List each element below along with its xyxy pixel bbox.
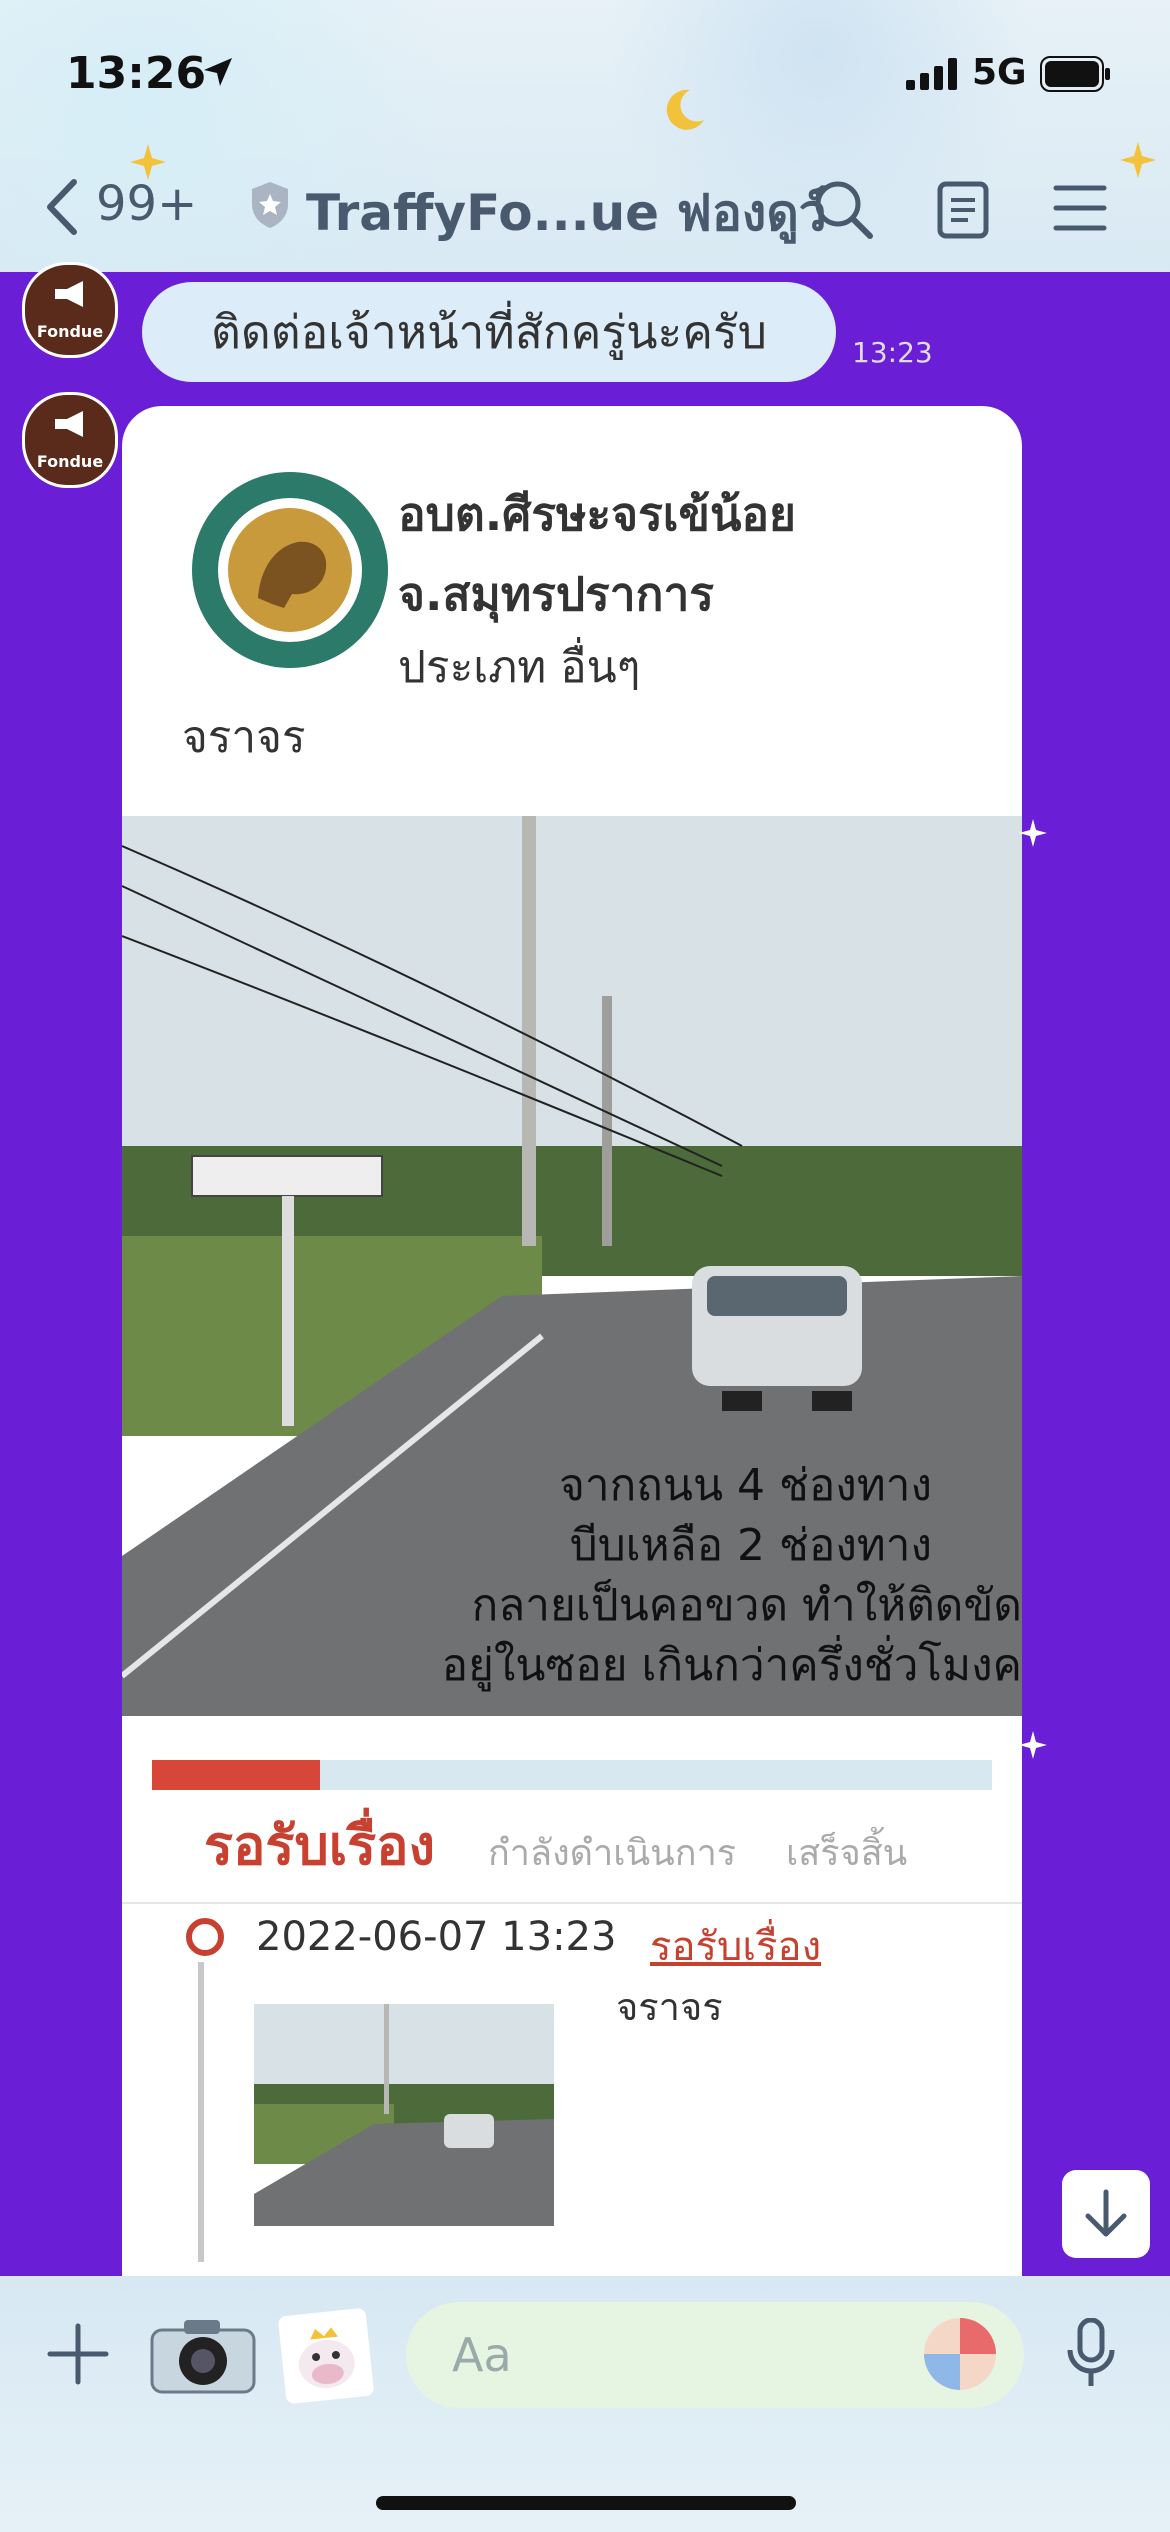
timeline-date: 2022-06-07 13:23	[256, 1914, 617, 1960]
message-bubble[interactable]: ติดต่อเจ้าหน้าที่สักครู่นะครับ	[142, 282, 836, 382]
moon-decoration-icon	[666, 89, 704, 130]
caption-line: กลายเป็นคอขวด ทำให้ติดขัด	[471, 1580, 1022, 1631]
sticker-button[interactable]	[277, 2307, 375, 2405]
status-step-in-progress: กำลังดำเนินการ	[488, 1833, 737, 1874]
bot-avatar[interactable]: Fondue	[22, 392, 118, 488]
status-progress-bar	[152, 1760, 992, 1790]
microphone-icon[interactable]	[1066, 2318, 1116, 2390]
unread-count[interactable]: 99+	[96, 176, 197, 232]
battery-icon	[1040, 56, 1110, 92]
chat-header: 13:26 5G 99+ TraffyFo...ue ฟองดูว์	[0, 0, 1170, 272]
report-card[interactable]: อบต.ศีรษะจรเข้น้อย จ.สมุทรปราการ ประเภท …	[122, 406, 1022, 2276]
avatar-label: Fondue	[36, 452, 104, 471]
message-time: 13:23	[852, 336, 933, 369]
avatar-label: Fondue	[36, 322, 104, 341]
signal-icon	[906, 58, 957, 90]
arrow-down-icon	[1085, 2189, 1127, 2237]
timeline-line	[198, 1962, 204, 2262]
megaphone-icon	[55, 281, 83, 307]
verified-shield-icon	[252, 182, 288, 228]
network-type: 5G	[972, 52, 1027, 93]
timeline-photo-thumbnail[interactable]	[254, 2004, 554, 2226]
report-category: จราจร	[182, 712, 306, 763]
caption-line: อยู่ในซอย เกินกว่าครึ่งชั่วโมงค	[441, 1640, 1022, 1691]
timeline-dot-icon	[186, 1918, 224, 1956]
timeline-category: จราจร	[616, 1985, 723, 2029]
notes-icon[interactable]	[936, 180, 992, 240]
camera-icon[interactable]	[148, 2316, 258, 2396]
progress-fill	[152, 1760, 320, 1790]
report-photo[interactable]: จากถนน 4 ช่องทาง บีบเหลือ 2 ช่องทาง กลาย…	[122, 816, 1022, 1716]
caption-line: บีบเหลือ 2 ช่องทาง	[569, 1520, 932, 1571]
menu-icon[interactable]	[1052, 182, 1108, 234]
star-decoration-icon	[1120, 142, 1156, 178]
status-step-done: เสร็จสิ้น	[786, 1833, 908, 1874]
home-indicator	[376, 2496, 796, 2510]
status-time: 13:26	[66, 48, 207, 99]
emoji-ball-icon[interactable]	[920, 2314, 1000, 2394]
org-name: อบต.ศีรษะจรเข้น้อย	[398, 487, 796, 541]
report-type: ประเภท อื่นๆ	[398, 642, 641, 693]
search-icon[interactable]	[812, 178, 876, 242]
bot-avatar[interactable]: Fondue	[22, 262, 118, 358]
department-seal-logo	[192, 472, 388, 668]
status-step-pending: รอรับเรื่อง	[204, 1814, 435, 1877]
scroll-to-bottom-button[interactable]	[1062, 2170, 1150, 2258]
message-input-bar: Aa	[0, 2276, 1170, 2532]
plus-icon[interactable]	[46, 2322, 110, 2386]
location-arrow-icon	[204, 58, 232, 86]
caption-line: จากถนน 4 ช่องทาง	[559, 1460, 932, 1511]
road-thumbnail-image	[254, 2004, 554, 2226]
megaphone-icon	[55, 411, 83, 437]
divider	[122, 1902, 1022, 1904]
org-province: จ.สมุทรปราการ	[398, 567, 714, 621]
photo-caption: จากถนน 4 ช่องทาง บีบเหลือ 2 ช่องทาง กลาย…	[122, 1456, 1022, 1696]
sparkle-decoration-icon	[1019, 819, 1047, 847]
back-chevron-icon[interactable]	[42, 178, 82, 236]
timeline-status-link[interactable]: รอรับเรื่อง	[650, 1914, 821, 1978]
chat-title[interactable]: TraffyFo...ue ฟองดูว์	[306, 174, 827, 253]
sticker-icon	[298, 2327, 355, 2389]
sparkle-decoration-icon	[1019, 1731, 1047, 1759]
